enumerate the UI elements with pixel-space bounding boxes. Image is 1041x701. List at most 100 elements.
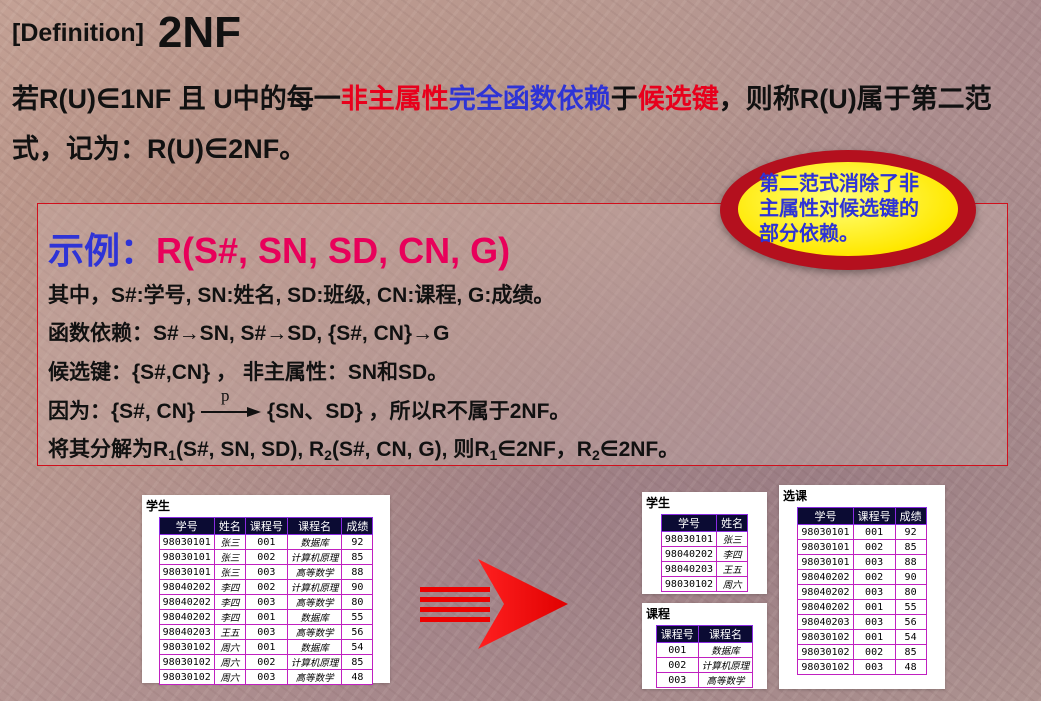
table-cell: 王五 [716,561,749,577]
table-cell: 周六 [716,576,749,592]
table-cell: 98030102 [797,659,854,675]
table-cell: 98030102 [158,639,215,655]
page-title: [Definition] 2NF [12,8,241,58]
data-table: 学号 姓名 课程号 课程名 成绩 98030101 张三 001 数据库 92 98030101 张三… [158,517,374,685]
column-header: 课程号 [852,507,896,525]
column-header: 课程号 [655,625,699,643]
table-cell: 高等数学 [286,624,343,640]
table-row: 98040202 001 55 [797,599,927,615]
table-cell: 88 [341,564,374,580]
table-cell: 003 [852,584,896,600]
table-cell: 98030102 [660,576,718,592]
table-cell: 数据库 [286,609,343,625]
table-header-row: 课程号 课程名 [655,625,754,643]
table-cell: 98040203 [797,614,854,630]
table-cell: 张三 [213,564,246,580]
decompose-d: ∈2NF，R [497,438,592,461]
table-cell: 98030101 [660,531,718,547]
table-cell: 张三 [213,534,246,550]
example-lead: 示例： [48,230,157,271]
table-cell: 高等数学 [286,594,343,610]
table-cell: 002 [852,569,896,585]
table-row: 98030101 张三 [660,531,749,547]
table-cell: 001 [852,599,896,615]
table-cell: 计算机原理 [286,549,343,565]
table-cell: 001 [852,524,896,540]
table-cell: 98030101 [158,534,215,550]
table-cell: 98030102 [797,644,854,660]
table-row: 98040202 李四 003 高等数学 80 [158,594,374,610]
decompose-sub-2: 2 [324,447,332,463]
partial-dependency-arrow-icon: p [199,386,263,420]
table-cell: 002 [852,539,896,555]
table-row: 98040202 李四 [660,546,749,562]
example-line-because: 因为：{S#, CN} p {SN、SD} ，所以R不属于2NF。 [48,386,570,425]
table-cell: 王五 [213,624,246,640]
note-bubble: 第二范式消除了非主属性对候选键的部分依赖。 [720,150,976,270]
definition-part-4: 于 [610,84,638,114]
table-cell: 002 [244,549,288,565]
example-line-keys: 候选键：{S#,CN} ， 非主属性：SN和SD。 [48,361,449,384]
column-header: 成绩 [341,517,374,535]
table-cell: 98040202 [158,609,215,625]
table-course: 课程 课程号 课程名 001 数据库 002 计算机原理 003 高等数学 [642,603,767,689]
table-cell: 56 [341,624,374,640]
table-header-row: 学号 课程号 成绩 [797,507,927,525]
table-cell: 张三 [716,531,749,547]
table-cell: 李四 [213,579,246,595]
table-cell: 数据库 [697,642,754,658]
table-row: 98040202 李四 001 数据库 55 [158,609,374,625]
table-row: 98040203 003 56 [797,614,927,630]
table-cell: 90 [894,569,927,585]
table-cell: 周六 [213,669,246,685]
decompose-c: (S#, CN, G), 则R [331,438,490,461]
decompose-e: ∈2NF。 [599,438,680,461]
table-cell: 计算机原理 [286,579,343,595]
table-cell: 54 [341,639,374,655]
decompose-a: 将其分解为R [48,438,169,461]
decompose-sub-4: 2 [591,447,600,463]
table-row: 002 计算机原理 [655,657,754,673]
table-cell: 85 [894,539,927,555]
table-cell: 002 [852,644,896,660]
column-header: 学号 [797,507,854,525]
title-tag: [Definition] [12,19,144,47]
table-cell: 001 [244,639,288,655]
table-row: 98030101 001 92 [797,524,927,540]
table-cell: 高等数学 [286,669,343,685]
table-cell: 85 [341,654,374,670]
table-cell: 张三 [213,549,246,565]
table-row: 98040202 003 80 [797,584,927,600]
table-cell: 001 [655,642,699,658]
table-cell: 高等数学 [697,672,754,688]
table-cell: 李四 [213,609,246,625]
decompose-b: (S#, SN, SD), R [175,438,325,461]
table-row: 98030101 张三 003 高等数学 88 [158,564,374,580]
column-header: 课程名 [697,625,754,643]
column-header: 学号 [660,514,718,532]
table-cell: 54 [894,629,927,645]
table-cell: 98040202 [158,594,215,610]
table-cell: 数据库 [286,534,343,550]
table-cell: 周六 [213,654,246,670]
table-row: 98030101 张三 002 计算机原理 85 [158,549,374,565]
table-cell: 55 [894,599,927,615]
table-cell: 高等数学 [286,564,343,580]
table-cell: 88 [894,554,927,570]
table-row: 98040203 王五 003 高等数学 56 [158,624,374,640]
table-cell: 003 [852,614,896,630]
table-cell: 48 [894,659,927,675]
table-cell: 003 [655,672,699,688]
table-cell: 80 [894,584,927,600]
table-cell: 98040202 [797,599,854,615]
example-relation: R(S#, SN, SD, CN, G) [156,230,511,271]
table-row: 98030101 张三 001 数据库 92 [158,534,374,550]
data-table: 学号 姓名 98030101 张三 98040202 李四 98040203 王五 980301… [660,514,749,592]
table-cell: 98040202 [797,569,854,585]
table-cell: 周六 [213,639,246,655]
right-arrow-icon [420,559,568,649]
table-caption: 学生 [146,499,171,513]
table-row: 98030102 001 54 [797,629,927,645]
data-table: 课程号 课程名 001 数据库 002 计算机原理 003 高等数学 [655,625,754,688]
table-row: 98030102 002 85 [797,644,927,660]
